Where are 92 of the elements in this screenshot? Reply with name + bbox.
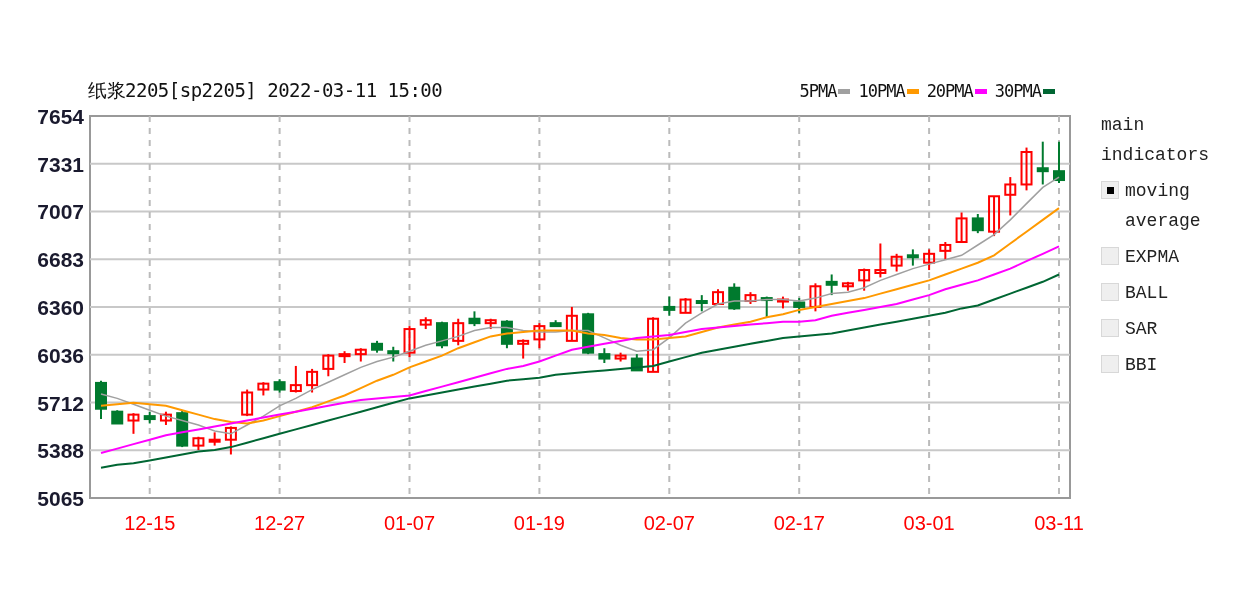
candlestick xyxy=(793,297,806,314)
candlestick xyxy=(159,410,172,426)
candlestick xyxy=(858,267,871,292)
checkbox[interactable] xyxy=(1101,181,1119,199)
y-axis-label: 5065 xyxy=(37,487,84,510)
x-axis-label: 03-11 xyxy=(1034,512,1084,534)
candlestick xyxy=(890,252,903,273)
checkbox[interactable] xyxy=(1101,319,1119,337)
y-axis-label: 6683 xyxy=(37,248,84,272)
candlestick xyxy=(257,381,270,397)
candlestick xyxy=(874,242,887,279)
checkbox-label[interactable]: BBI xyxy=(1125,350,1233,380)
checkbox-label[interactable]: BALL xyxy=(1125,278,1233,308)
candlestick xyxy=(988,195,1001,238)
candlestick xyxy=(403,325,416,359)
y-axis-label: 6360 xyxy=(37,295,84,319)
checkbox-label[interactable]: SAR xyxy=(1125,314,1233,344)
candlestick xyxy=(582,311,595,356)
candlestick xyxy=(468,310,481,328)
candlestick xyxy=(436,320,448,350)
candlestick xyxy=(760,295,773,319)
candlestick xyxy=(663,295,676,317)
candlestick xyxy=(776,295,789,310)
candlestick xyxy=(322,353,335,378)
x-axis-label: 12-15 xyxy=(124,512,176,534)
y-axis-label: 5388 xyxy=(37,439,84,463)
candlestick xyxy=(598,347,611,364)
candlestick xyxy=(1036,140,1049,186)
x-axis-label: 03-01 xyxy=(903,512,955,534)
candlestick xyxy=(614,351,627,363)
candlestick xyxy=(971,212,984,235)
candlestick xyxy=(387,345,400,363)
candlestick xyxy=(679,297,692,314)
candlestick xyxy=(565,305,578,342)
candlestick xyxy=(127,412,140,435)
candlestick xyxy=(712,288,724,305)
x-axis-label: 12-27 xyxy=(254,512,306,534)
legend-item: 30PMA xyxy=(994,81,1055,101)
candlestick xyxy=(647,316,660,373)
candlestick xyxy=(500,319,513,350)
candlestick xyxy=(939,241,952,261)
candlestick xyxy=(95,379,107,421)
candlestick xyxy=(241,388,254,418)
candlestick xyxy=(338,350,351,364)
candlestick xyxy=(955,211,968,243)
candlestick xyxy=(273,378,286,394)
candlestick xyxy=(289,364,302,394)
candlestick xyxy=(224,425,237,456)
y-axis-label: 7654 xyxy=(37,106,84,128)
candlestick xyxy=(419,316,432,331)
candlestick xyxy=(809,282,822,313)
legend-item: 20PMA xyxy=(926,81,987,101)
candlestick xyxy=(728,282,741,311)
candlestick xyxy=(484,317,497,331)
candlestick xyxy=(841,280,854,292)
candlestick xyxy=(695,294,708,313)
y-axis-label: 6036 xyxy=(37,343,84,367)
candlestick xyxy=(306,367,319,394)
candlestick xyxy=(192,435,205,452)
candlestick xyxy=(923,248,936,272)
x-axis-label: 02-17 xyxy=(773,512,825,534)
candlestick xyxy=(906,248,919,267)
checkbox-label[interactable]: EXPMA xyxy=(1125,242,1233,272)
legend-item: 10PMA xyxy=(858,81,919,101)
legend-item: 5PMA xyxy=(799,81,851,101)
candlestick xyxy=(630,353,643,372)
candlestick xyxy=(533,322,546,350)
candlestick xyxy=(744,291,757,305)
x-axis-label: 01-19 xyxy=(513,512,565,534)
x-axis-label: 02-07 xyxy=(643,512,695,534)
checkbox[interactable] xyxy=(1101,283,1119,301)
candlestick xyxy=(1053,140,1065,184)
candlestick xyxy=(549,319,562,328)
candlestick xyxy=(208,431,221,447)
chart-title: 纸浆2205[sp2205] 2022-03-11 15:00 xyxy=(88,78,443,103)
y-axis-label: 7007 xyxy=(37,200,84,224)
candlestick xyxy=(1004,176,1017,217)
y-axis-label: 7331 xyxy=(37,152,84,176)
checkbox[interactable] xyxy=(1101,355,1119,373)
candlestick xyxy=(143,410,156,425)
candlestick xyxy=(1020,146,1033,192)
candlestick xyxy=(371,339,384,354)
candlestick xyxy=(517,338,530,360)
y-axis-label: 5712 xyxy=(37,391,84,415)
checkbox[interactable] xyxy=(1101,247,1119,265)
checkbox-label[interactable]: moving average xyxy=(1125,176,1233,236)
x-axis-label: 01-07 xyxy=(383,512,436,534)
candlestick xyxy=(825,273,838,297)
candlestick xyxy=(452,317,465,347)
candlestick xyxy=(176,409,189,449)
candlestick xyxy=(354,347,367,363)
candlestick xyxy=(111,409,124,425)
